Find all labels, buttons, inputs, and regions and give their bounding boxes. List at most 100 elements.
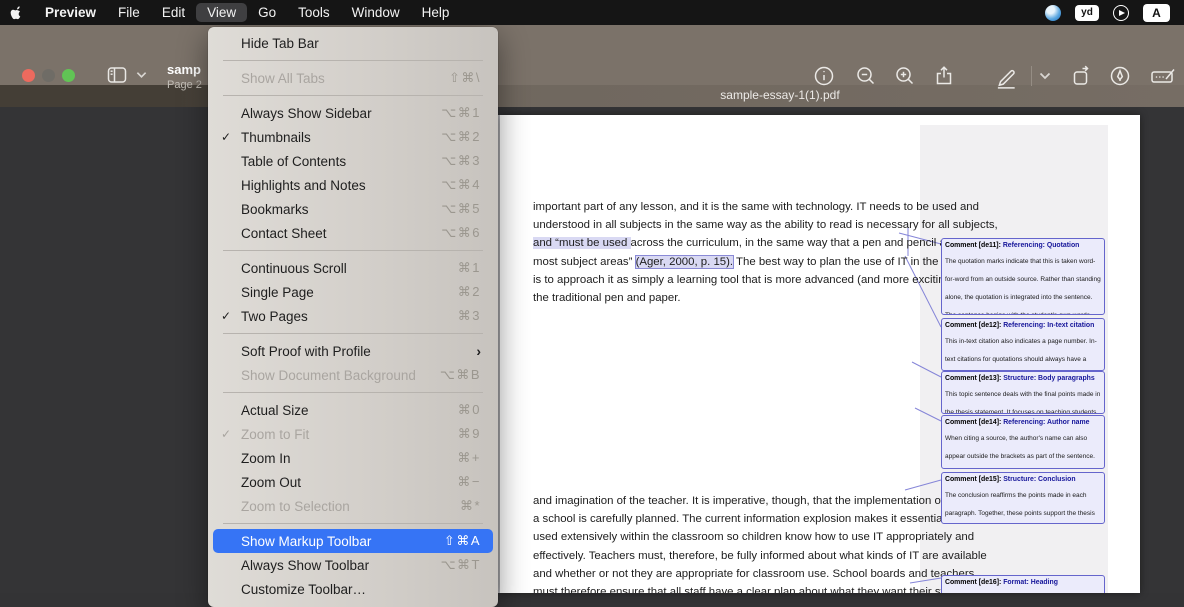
menu-item-shortcut: ⌘9 [458,426,481,442]
checkmark-icon: ✓ [221,309,231,323]
menu-item-shortcut: ⌥⌘4 [441,177,481,193]
menu-item-hide-tab-bar[interactable]: Hide Tab Bar [213,31,493,55]
yd-badge-icon[interactable]: yd [1075,5,1099,21]
zoom-out-button[interactable] [854,64,878,88]
menu-item-zoom-out[interactable]: Zoom Out⌘− [213,470,493,494]
menu-item-show-all-tabs[interactable]: Show All Tabs⇧⌘\ [213,66,493,90]
menu-item-shortcut: ⌥⌘1 [441,105,481,121]
menu-item-label: Highlights and Notes [241,178,441,193]
menu-item-bookmarks[interactable]: Bookmarks⌥⌘5 [213,197,493,221]
play-icon[interactable] [1113,5,1129,21]
comment-id: Comment [de13]: [945,375,1003,382]
menu-item-label: Thumbnails [241,130,441,145]
apple-icon[interactable] [0,4,34,22]
menu-item-show-document-background[interactable]: Show Document Background⌥⌘B [213,363,493,387]
input-source-icon[interactable]: A [1143,4,1170,22]
menubar-item-tools[interactable]: Tools [287,3,341,22]
document-text-line: understood in all subjects in the same w… [533,216,918,234]
menubar-item-help[interactable]: Help [411,3,461,22]
document-text-line: the traditional pen and paper. [533,289,918,307]
signature-button[interactable] [1148,64,1178,88]
highlighted-text: and “must be used [533,237,631,249]
comment-id: Comment [de12]: [945,322,1003,329]
toolbar-divider [1031,66,1032,86]
status-icons: yd A [1045,4,1184,22]
menu-item-soft-proof-with-profile[interactable]: Soft Proof with Profile› [213,339,493,363]
text-segment: must therefore ensure that all staff hav… [533,586,978,593]
markup-options-button[interactable] [1039,72,1051,80]
view-menu-dropdown: Hide Tab Bar Show All Tabs⇧⌘\ Always Show … [208,27,498,607]
menu-item-highlights-and-notes[interactable]: Highlights and Notes⌥⌘4 [213,173,493,197]
menubar-item-go[interactable]: Go [247,3,287,22]
menu-item-shortcut: ⌘− [457,474,481,490]
menu-item-label: Zoom Out [241,475,457,490]
document-text-line: used extensively within the classroom so… [533,528,918,546]
comment-box[interactable]: Comment [de13]: Structure: Body paragrap… [941,371,1105,414]
browser-sphere-icon[interactable] [1045,5,1061,21]
menu-item-shortcut: ⌥⌘2 [441,129,481,145]
menu-item-shortcut: ⌥⌘B [440,367,481,383]
comment-box[interactable]: Comment [de14]: Referencing: Author name… [941,415,1105,469]
menu-item-zoom-to-selection[interactable]: Zoom to Selection⌘* [213,494,493,518]
menu-item-shortcut: ⇧⌘A [444,533,481,549]
menu-item-continuous-scroll[interactable]: Continuous Scroll⌘1 [213,256,493,280]
menu-item-two-pages[interactable]: ✓Two Pages⌘3 [213,304,493,328]
chevron-down-icon [136,71,147,79]
menu-item-contact-sheet[interactable]: Contact Sheet⌥⌘6 [213,221,493,245]
menu-item-customize-toolbar-[interactable]: Customize Toolbar… [213,577,493,601]
comment-id: Comment [de15]: [945,476,1003,483]
menu-item-thumbnails[interactable]: ✓Thumbnails⌥⌘2 [213,125,493,149]
menu-item-shortcut: ⌘+ [457,450,481,466]
menu-item-zoom-in[interactable]: Zoom In⌘+ [213,446,493,470]
pdf-page[interactable]: important part of any lesson, and it is … [500,115,1140,593]
menu-item-always-show-sidebar[interactable]: Always Show Sidebar⌥⌘1 [213,101,493,125]
menubar-item-view[interactable]: View [196,3,247,22]
comment-box[interactable]: Comment [de16]: Format: HeadingShort ess… [941,575,1105,593]
menu-item-table-of-contents[interactable]: Table of Contents⌥⌘3 [213,149,493,173]
rotate-button[interactable] [1070,64,1094,88]
menu-separator [223,60,483,61]
menubar-item-window[interactable]: Window [341,3,411,22]
comment-header: Comment [de15]: Structure: Conclusion [945,475,1101,484]
menu-item-actual-size[interactable]: Actual Size⌘0 [213,398,493,422]
comment-body: This topic sentence deals with the final… [945,391,1100,414]
menu-separator [223,95,483,96]
text-segment: important part of any lesson, and it is … [533,201,979,213]
markup-button[interactable] [993,64,1019,90]
comment-header: Comment [de12]: Referencing: In-text cit… [945,321,1101,330]
highlight-pen-button[interactable] [1108,64,1132,88]
sidebar-toggle-button[interactable] [104,63,147,87]
zoom-in-icon [893,64,917,88]
pen-nib-icon [1108,64,1132,88]
document-text-line: and “must be used across the curriculum,… [533,234,918,252]
text-segment: used extensively within the classroom so… [533,531,974,543]
menubar-item-file[interactable]: File [107,3,151,22]
comment-box[interactable]: Comment [de12]: Referencing: In-text cit… [941,318,1105,371]
text-segment: is to approach it as simply a learning t… [533,274,980,286]
open-file-name: sample-essay-1(1).pdf [640,88,920,102]
zoom-in-button[interactable] [893,64,917,88]
menu-item-show-markup-toolbar[interactable]: Show Markup Toolbar⇧⌘A [213,529,493,553]
menu-bar: PreviewFileEditViewGoToolsWindowHelp yd … [0,0,1184,25]
menu-item-single-page[interactable]: Single Page⌘2 [213,280,493,304]
menubar-item-edit[interactable]: Edit [151,3,196,22]
menu-item-shortcut: ⌘3 [458,308,481,324]
comment-box[interactable]: Comment [de11]: Referencing: QuotationTh… [941,238,1105,315]
menu-item-label: Contact Sheet [241,226,441,241]
info-button[interactable] [812,64,836,88]
zoom-window-button[interactable] [62,69,75,82]
minimize-window-button[interactable] [42,69,55,82]
close-window-button[interactable] [22,69,35,82]
menu-item-label: Show All Tabs [241,71,449,86]
menu-item-label: Hide Tab Bar [241,36,481,51]
comment-box[interactable]: Comment [de15]: Structure: ConclusionThe… [941,472,1105,524]
menu-separator [223,250,483,251]
menu-item-shortcut: ⌘* [460,498,481,514]
menu-item-label: Show Markup Toolbar [241,534,444,549]
menu-item-shortcut: ⌘0 [458,402,481,418]
share-button[interactable] [932,64,956,88]
menu-item-always-show-toolbar[interactable]: Always Show Toolbar⌥⌘T [213,553,493,577]
menubar-item-preview[interactable]: Preview [34,3,107,22]
menu-item-zoom-to-fit[interactable]: ✓Zoom to Fit⌘9 [213,422,493,446]
menu-item-label: Customize Toolbar… [241,582,481,597]
